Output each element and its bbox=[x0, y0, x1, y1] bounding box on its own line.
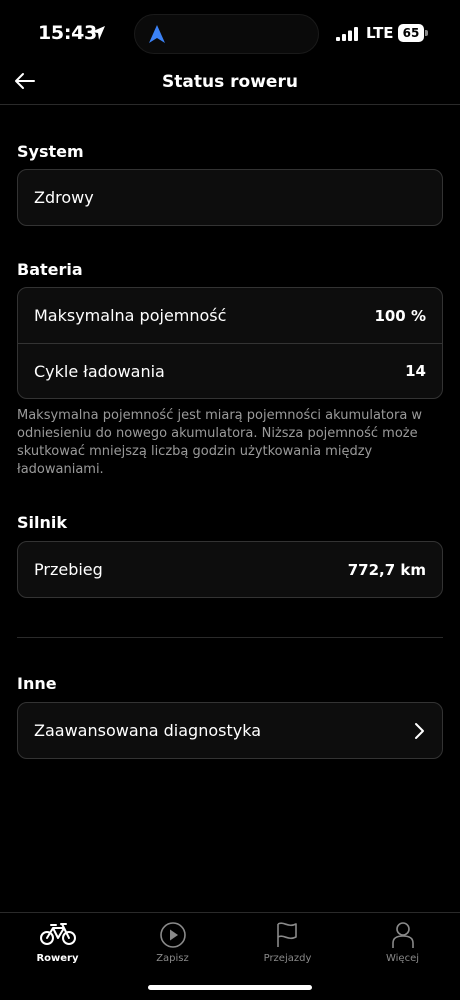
home-indicator[interactable] bbox=[148, 985, 312, 990]
system-card: Zdrowy bbox=[17, 169, 443, 226]
bicycle-icon bbox=[39, 923, 76, 945]
tab-przejazdy[interactable]: Przejazdy bbox=[230, 913, 345, 973]
mileage-label: Przebieg bbox=[34, 560, 103, 579]
person-icon bbox=[391, 922, 414, 948]
tab-rowery[interactable]: Rowery bbox=[0, 913, 115, 973]
tab-wiecej[interactable]: Więcej bbox=[345, 913, 460, 973]
advanced-diagnostics-label: Zaawansowana diagnostyka bbox=[34, 721, 262, 740]
list-item: Przebieg 772,7 km bbox=[18, 542, 442, 597]
advanced-diagnostics-row[interactable]: Zaawansowana diagnostyka bbox=[18, 703, 442, 758]
section-label-other: Inne bbox=[17, 674, 57, 693]
motor-card: Przebieg 772,7 km bbox=[17, 541, 443, 598]
max-capacity-value: 100 % bbox=[374, 306, 426, 325]
battery-level: 65 bbox=[398, 24, 424, 42]
tab-label-rowery: Rowery bbox=[36, 953, 79, 964]
play-circle-icon bbox=[159, 922, 186, 948]
chevron-right-icon bbox=[415, 722, 424, 739]
tab-label-zapisz: Zapisz bbox=[156, 953, 189, 964]
network-type: LTE bbox=[366, 24, 394, 42]
section-label-system: System bbox=[17, 142, 84, 161]
max-capacity-label: Maksymalna pojemność bbox=[34, 306, 227, 325]
section-label-battery: Bateria bbox=[17, 260, 83, 279]
other-card: Zaawansowana diagnostyka bbox=[17, 702, 443, 759]
status-bar: 15:43 LTE 65 bbox=[0, 0, 460, 66]
charge-cycles-label: Cykle ładowania bbox=[34, 361, 165, 381]
dynamic-island bbox=[134, 14, 319, 54]
battery-icon: 65 bbox=[398, 24, 428, 42]
location-arrow-icon bbox=[91, 26, 105, 40]
page-title: Status roweru bbox=[162, 72, 298, 92]
navigation-arrow-icon bbox=[149, 25, 165, 43]
charge-cycles-value: 14 bbox=[405, 362, 426, 380]
status-time: 15:43 bbox=[38, 22, 97, 44]
system-status-row: Zdrowy bbox=[18, 170, 442, 225]
battery-note: Maksymalna pojemność jest miarą pojemnoś… bbox=[17, 408, 423, 477]
flag-icon bbox=[276, 922, 297, 947]
battery-tip bbox=[425, 30, 428, 36]
tab-zapisz[interactable]: Zapisz bbox=[115, 913, 230, 973]
list-item: Maksymalna pojemność 100 % bbox=[18, 288, 442, 343]
header: Status roweru bbox=[0, 60, 460, 105]
battery-card: Maksymalna pojemność 100 % Cykle ładowan… bbox=[17, 287, 443, 399]
list-item: Cykle ładowania 14 bbox=[18, 343, 442, 398]
signal-icon bbox=[336, 27, 358, 41]
section-label-motor: Silnik bbox=[17, 513, 68, 532]
tab-label-wiecej: Więcej bbox=[385, 953, 420, 964]
system-status-value: Zdrowy bbox=[34, 188, 94, 207]
divider bbox=[17, 637, 443, 638]
mileage-value: 772,7 km bbox=[347, 560, 426, 579]
tab-label-przejazdy: Przejazdy bbox=[263, 953, 312, 964]
